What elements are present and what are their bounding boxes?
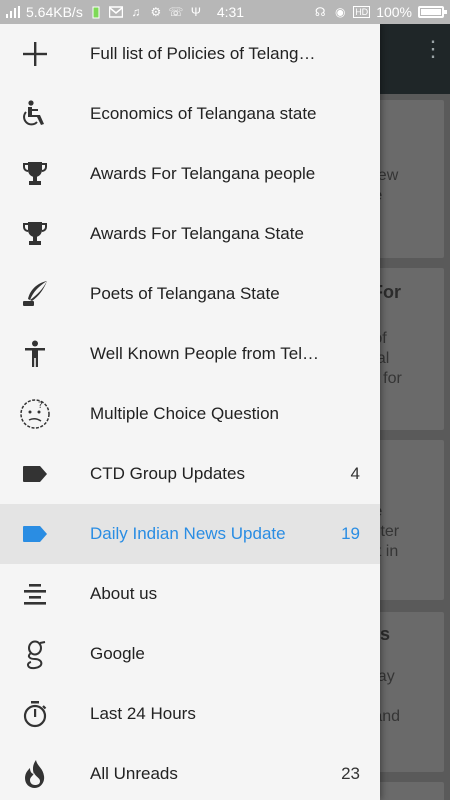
usb-icon: Ψ [190,5,201,19]
drawer-item-label: Last 24 Hours [90,704,196,723]
drawer-item-label: CTD Group Updates [90,464,245,483]
drawer-item-label: Poets of Telangana State [90,284,280,303]
drawer-item-label: Awards For Telangana people [90,164,316,183]
drawer-item-economics[interactable]: Economics of Telangana state [0,84,380,144]
drawer-item-label: Full list of Policies of Telangana... [90,44,320,63]
drawer-item-about-us[interactable]: About us [0,564,380,624]
wheelchair-icon [18,97,52,131]
quill-icon [18,277,52,311]
battery-small-icon [89,5,103,19]
person-icon [18,337,52,371]
headset-icon: ☊ [314,5,326,19]
drawer-item-google[interactable]: Google [0,624,380,684]
tag-icon [18,517,52,551]
overflow-menu-icon[interactable]: ⋮ [422,38,444,60]
trophy-icon [18,217,52,251]
unread-count-badge: 4 [350,464,360,483]
google-icon [18,637,52,671]
mail-icon [108,5,123,19]
drawer-item-all-unreads[interactable]: All Unreads 23 [0,744,380,800]
hd-badge: HD [353,6,371,18]
eye-icon: ◉ [334,5,346,19]
drawer-item-mcq[interactable]: ? Multiple Choice Question [0,384,380,444]
drawer-item-label: Google [90,644,145,663]
drawer-item-last-24-hours[interactable]: Last 24 Hours [0,684,380,744]
drawer-item-well-known-people[interactable]: Well Known People from Telang... [0,324,380,384]
plus-icon [18,37,52,71]
whatsapp-icon: ☏ [168,5,184,19]
navigation-drawer: Full list of Policies of Telangana... Ec… [0,24,380,800]
drawer-item-label: Daily Indian News Update [90,524,286,543]
drawer-item-policies[interactable]: Full list of Policies of Telangana... [0,24,380,84]
drawer-item-label: Multiple Choice Question [90,404,279,423]
drawer-item-poets[interactable]: Poets of Telangana State [0,264,380,324]
svg-text:?: ? [38,401,43,411]
drawer-item-awards-people[interactable]: Awards For Telangana people [0,144,380,204]
drawer-item-label: Awards For Telangana State [90,224,304,243]
confused-face-icon: ? [18,397,52,431]
align-center-icon [18,577,52,611]
drawer-item-awards-state[interactable]: Awards For Telangana State [0,204,380,264]
music-icon: ♫ [131,5,141,19]
drawer-item-ctd-group-updates[interactable]: CTD Group Updates 4 [0,444,380,504]
drawer-item-label: Economics of Telangana state [90,104,317,123]
drawer-item-daily-indian-news[interactable]: Daily Indian News Update 19 [0,504,380,564]
battery-icon [418,6,447,18]
unread-count-badge: 19 [341,524,360,543]
network-speed: 5.64KB/s [26,4,83,20]
status-bar: 5.64KB/s ♫ ⚙ ☏ Ψ 4:31 ☊ ◉ HD 100% [0,0,450,24]
unread-count-badge: 23 [341,764,360,783]
tag-icon [18,457,52,491]
drawer-item-label: About us [90,584,158,603]
stopwatch-icon [18,697,52,731]
app-icon: ⚙ [150,5,162,19]
clock: 4:31 [216,4,245,20]
drawer-item-label: Well Known People from Telang... [90,344,320,363]
flame-icon [18,757,52,791]
battery-percent: 100% [376,4,412,20]
signal-icon [6,5,20,19]
drawer-item-label: All Unreads [90,764,178,783]
trophy-icon [18,157,52,191]
